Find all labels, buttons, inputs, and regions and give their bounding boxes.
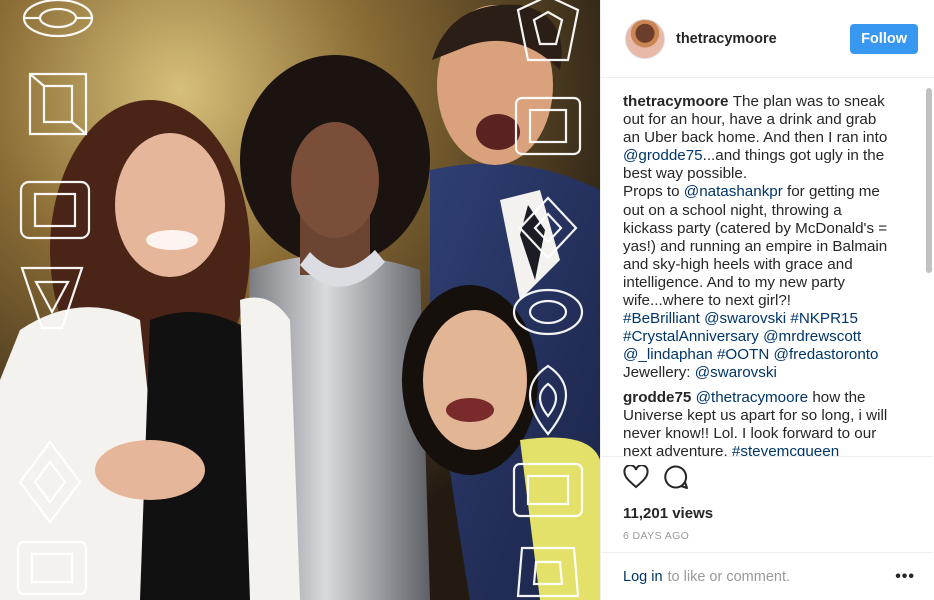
avatar[interactable] (625, 18, 665, 59)
comment-line: wife...where to next girl?! (623, 292, 923, 310)
hashtag-link[interactable]: #NKPR15 (790, 310, 858, 327)
comment-line: #BeBrilliant @swarovski #NKPR15 (623, 310, 923, 328)
comment-text: intelligence. And to my new party (623, 273, 846, 291)
comment-text: Props to (623, 183, 684, 201)
view-count: 11,201 views (623, 505, 714, 522)
comment: grodde75 @thetracymoore how the Universe … (623, 389, 923, 457)
mention-link[interactable]: @_lindaphan (623, 346, 713, 363)
mention-link[interactable]: @swarovski (695, 364, 777, 381)
comment: thetracymoore The plan was to sneak out f… (623, 93, 923, 383)
comment-text: out for an hour, have a drink and grab (623, 111, 877, 129)
comment-author[interactable]: grodde75 (623, 389, 696, 406)
username-link[interactable]: thetracymoore (676, 31, 777, 47)
action-icons (623, 463, 915, 495)
comment-line: best way possible. (623, 165, 923, 183)
mention-link[interactable]: @natashankpr (684, 183, 783, 200)
post-header: thetracymoore Follow (601, 0, 934, 78)
comment-text: best way possible. (623, 165, 748, 183)
login-link[interactable]: Log in (623, 569, 663, 585)
mention-link[interactable]: @grodde75 (623, 147, 703, 164)
hashtag-link[interactable]: #CrystalAnniversary (623, 328, 759, 345)
comment-text: yas!) and running an empire in Balmain (623, 237, 888, 255)
comment-text: Universe kept us apart for so long, i wi… (623, 406, 888, 424)
comment-line: next adventure. #stevemcqueen (623, 443, 923, 456)
more-options-icon[interactable]: ••• (895, 568, 915, 586)
comment-line: intelligence. And to my new party (623, 274, 923, 292)
comment-line: #CrystalAnniversary @mrdrewscott (623, 328, 923, 346)
comment-line: thetracymoore The plan was to sneak (623, 93, 923, 111)
comment-line: Props to @natashankpr for getting me (623, 183, 923, 201)
comment-line: @grodde75...and things got ugly in the (623, 147, 923, 165)
comment-line: out for an hour, have a drink and grab (623, 111, 923, 129)
comment-text: The plan was to sneak (732, 93, 885, 110)
comment-line: yas!) and running an empire in Balmain (623, 238, 923, 256)
comment-text: how the (808, 388, 866, 406)
comments-scrollbar[interactable] (926, 88, 932, 450)
login-suffix: to like or comment. (667, 568, 791, 585)
comment-text: ...and things got ugly in the (702, 147, 885, 165)
comment-line: @_lindaphan #OOTN @fredastoronto (623, 346, 923, 364)
heart-outline-icon[interactable] (623, 463, 649, 494)
comment-line: and sky-high heels with grace and (623, 256, 923, 274)
comment-text: out on a school night, throwing a (623, 201, 842, 219)
post-date[interactable]: 6 DAYS AGO (623, 530, 915, 542)
comment-text: never know!! Lol. I look forward to our (623, 424, 877, 442)
comment-line: Jewellery: @swarovski (623, 364, 923, 382)
comment-text: next adventure. (623, 442, 732, 456)
comment-line: an Uber back home. And then I ran into (623, 129, 923, 147)
comment-author[interactable]: thetracymoore (623, 93, 733, 110)
comment-line: kickass party (catered by McDonald's = (623, 220, 923, 238)
follow-button[interactable]: Follow (850, 23, 918, 54)
hashtag-link[interactable]: #BeBrilliant (623, 310, 700, 327)
comment-text: for getting me (782, 183, 880, 201)
comment-line: out on a school night, throwing a (623, 202, 923, 220)
comment-line: grodde75 @thetracymoore how the (623, 389, 923, 407)
mention-link[interactable]: @mrdrewscott (763, 328, 861, 345)
post-side-panel: thetracymoore Follow thetracymoore The p… (600, 0, 934, 600)
mention-link[interactable]: @fredastoronto (774, 346, 879, 363)
post-actions: 11,201 views 6 DAYS AGO (601, 456, 933, 542)
photo-scene (0, 0, 600, 600)
instagram-post: thetracymoore Follow thetracymoore The p… (0, 0, 934, 600)
mention-link[interactable]: @swarovski (704, 310, 786, 327)
comment-text: an Uber back home. And then I ran into (623, 129, 888, 147)
login-bar: Log in to like or comment. ••• (601, 552, 933, 600)
comment-text: kickass party (catered by McDonald's = (623, 219, 888, 237)
comment-line: never know!! Lol. I look forward to our (623, 425, 923, 443)
hashtag-link[interactable]: #OOTN (717, 346, 769, 363)
post-photo[interactable] (0, 0, 600, 600)
comment-text: wife...where to next girl?! (623, 292, 791, 310)
mention-link[interactable]: @thetracymoore (696, 389, 809, 406)
scrollbar-thumb[interactable] (926, 88, 932, 273)
hashtag-link[interactable]: #stevemcqueen (732, 443, 839, 456)
comments-list[interactable]: thetracymoore The plan was to sneak out f… (601, 79, 933, 456)
comment-line: Universe kept us apart for so long, i wi… (623, 407, 923, 425)
speech-bubble-icon[interactable] (663, 464, 689, 495)
comment-text: and sky-high heels with grace and (623, 255, 853, 273)
comment-text: Jewellery: (623, 364, 695, 382)
